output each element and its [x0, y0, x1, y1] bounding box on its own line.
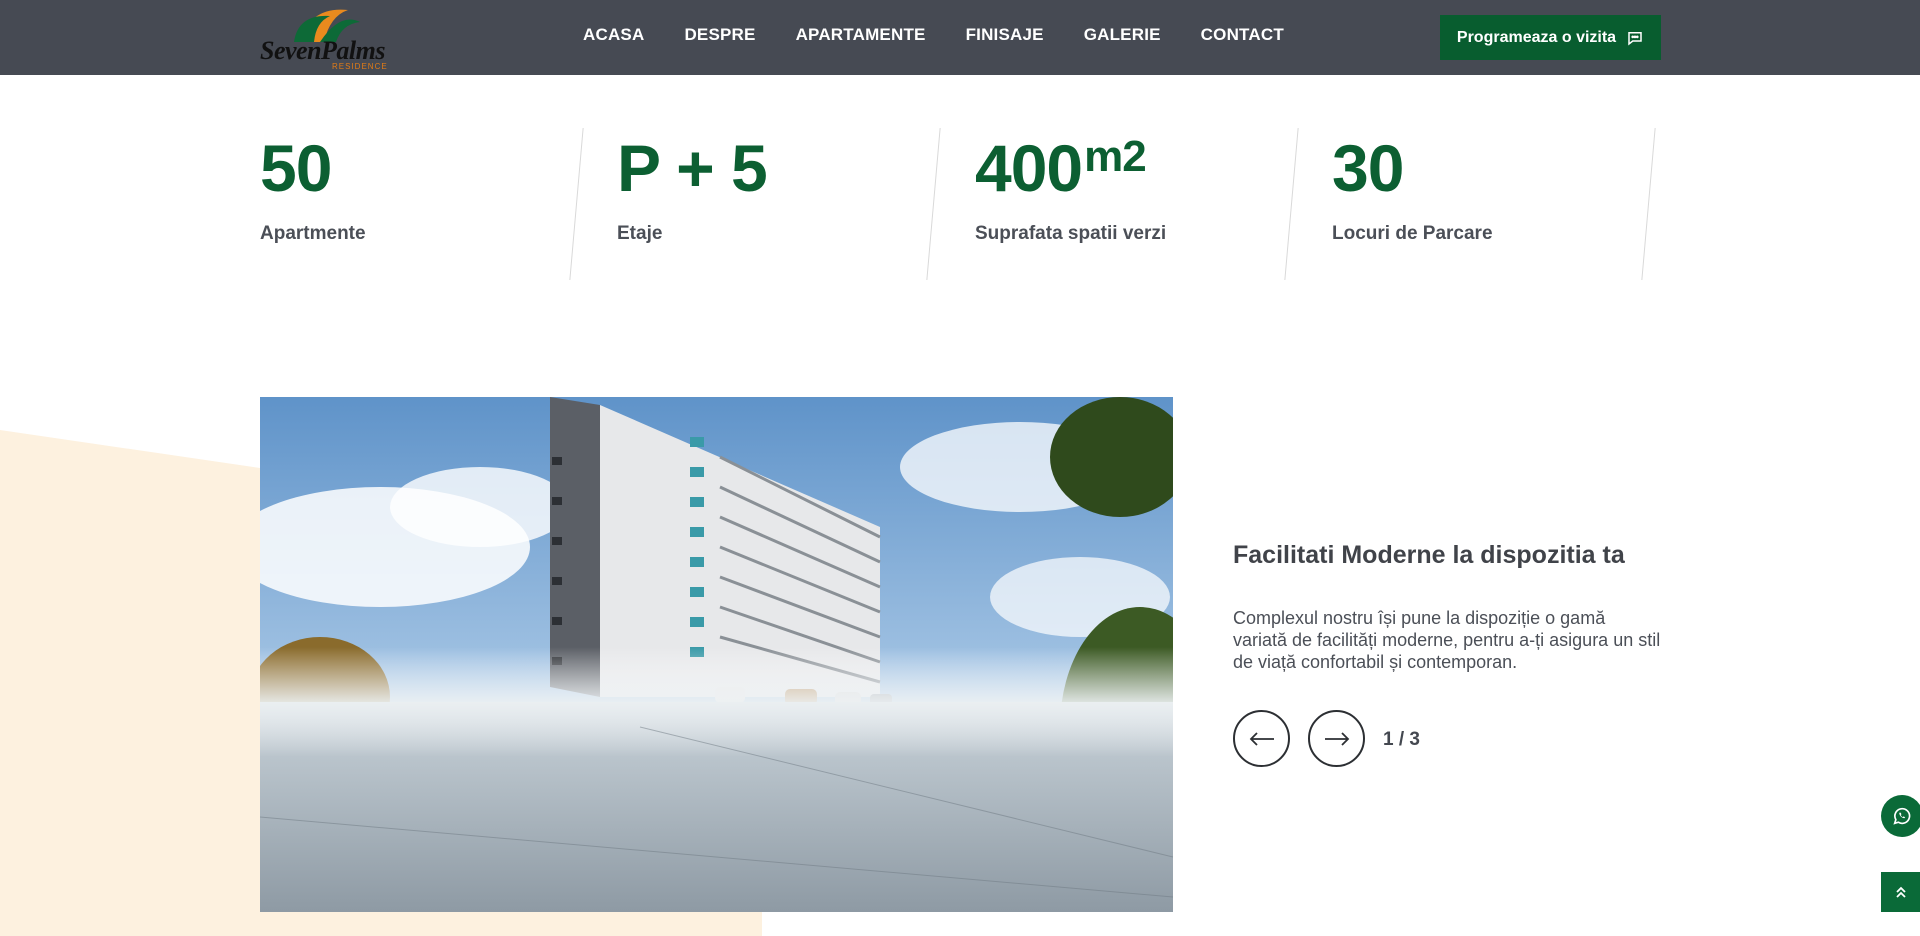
scroll-top-button[interactable]: [1881, 872, 1920, 912]
stat-unit: m2: [1084, 132, 1147, 181]
arrow-left-icon: [1249, 731, 1274, 746]
stat-label: Suprafata spatii verzi: [975, 223, 1167, 244]
stat-value: 30: [1332, 131, 1404, 205]
stat-green-area: 400m2 Suprafata spatii verzi: [975, 135, 1166, 245]
slider-pager: 1 / 3: [1383, 729, 1420, 750]
nav-apartamente[interactable]: APARTAMENTE: [796, 25, 926, 45]
chat-bubble-icon: [1628, 31, 1642, 46]
stat-parking: 30 Locuri de Parcare: [1332, 135, 1493, 245]
schedule-visit-button[interactable]: Programeaza o vizita: [1440, 15, 1661, 60]
whatsapp-icon: [1893, 807, 1911, 825]
building-render-image: [260, 397, 1173, 912]
site-header: SevenPalms RESIDENCE ACASA DESPRE APARTA…: [0, 0, 1920, 75]
logo-sub-text: RESIDENCE: [332, 62, 388, 71]
slider-next-button[interactable]: [1308, 710, 1365, 767]
schedule-visit-label: Programeaza o vizita: [1456, 28, 1617, 46]
stat-number: 400: [975, 131, 1083, 205]
whatsapp-button[interactable]: [1881, 795, 1920, 837]
facilities-description: Complexul nostru își pune la dispoziție …: [1233, 608, 1661, 672]
building-render-graphic: [260, 397, 1173, 912]
facilities-title: Facilitati Moderne la dispozitia ta: [1233, 541, 1625, 569]
stat-label: Locuri de Parcare: [1332, 223, 1493, 244]
stat-floors: P + 5 Etaje: [617, 131, 768, 245]
stats-section: 50 Apartmente P + 5 Etaje 400m2 Suprafat…: [0, 75, 1920, 305]
nav-finisaje[interactable]: FINISAJE: [966, 25, 1044, 45]
nav-despre[interactable]: DESPRE: [684, 25, 755, 45]
stat-apartments: 50 Apartmente: [260, 135, 366, 245]
stat-value: P + 5: [617, 131, 768, 205]
main-nav: ACASA DESPRE APARTAMENTE FINISAJE GALERI…: [583, 25, 1284, 45]
nav-galerie[interactable]: GALERIE: [1084, 25, 1161, 45]
arrow-right-icon: [1324, 731, 1349, 746]
nav-contact[interactable]: CONTACT: [1201, 25, 1284, 45]
nav-acasa[interactable]: ACASA: [583, 25, 644, 45]
stat-label: Etaje: [617, 223, 663, 244]
slider-prev-button[interactable]: [1233, 710, 1290, 767]
chevrons-up-icon: [1895, 886, 1906, 898]
stat-label: Apartmente: [260, 223, 366, 244]
stat-value: 400m2: [975, 132, 1166, 202]
stat-value: 50: [260, 131, 332, 205]
logo[interactable]: SevenPalms RESIDENCE: [260, 2, 390, 72]
